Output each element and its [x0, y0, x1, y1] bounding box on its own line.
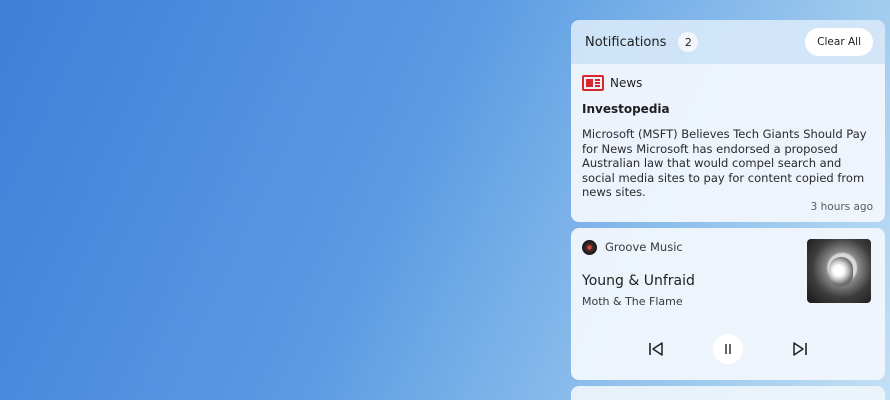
- notification-panel: Notifications 2 Clear All News Investope…: [571, 20, 885, 400]
- music-app-name: Groove Music: [605, 240, 683, 254]
- news-icon: [582, 75, 604, 91]
- next-notification-partial: [571, 386, 885, 400]
- news-body: Microsoft (MSFT) Believes Tech Giants Sh…: [582, 127, 867, 200]
- clear-all-button[interactable]: Clear All: [805, 28, 873, 56]
- news-app-row: News: [582, 74, 873, 92]
- news-source: Investopedia: [582, 102, 670, 116]
- notification-count-badge: 2: [678, 32, 699, 52]
- media-controls: [571, 334, 885, 364]
- pause-icon: [725, 344, 731, 354]
- news-timestamp: 3 hours ago: [810, 200, 873, 213]
- music-notification[interactable]: Groove Music Young & Unfraid Moth & The …: [571, 228, 885, 380]
- album-art: [807, 239, 871, 303]
- next-track-icon: [793, 342, 807, 356]
- next-track-button[interactable]: [785, 334, 815, 364]
- notifications-title: Notifications: [585, 34, 667, 50]
- previous-track-button[interactable]: [641, 334, 671, 364]
- news-app-name: News: [610, 76, 643, 90]
- previous-track-icon: [649, 342, 663, 356]
- groove-music-icon: [582, 239, 597, 255]
- pause-button[interactable]: [713, 334, 743, 364]
- news-notification[interactable]: News Investopedia Microsoft (MSFT) Belie…: [571, 64, 885, 222]
- notifications-header: Notifications 2 Clear All: [571, 20, 885, 64]
